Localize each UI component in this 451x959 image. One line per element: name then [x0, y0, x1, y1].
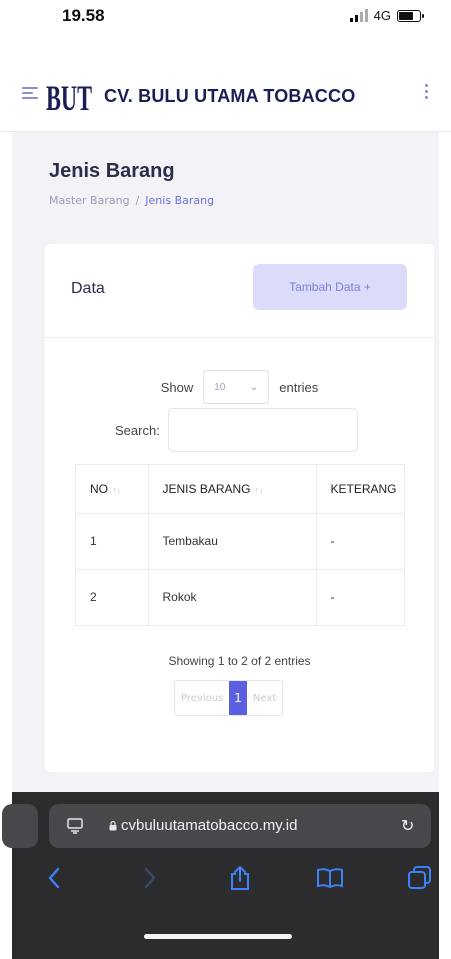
home-indicator[interactable] [144, 934, 292, 939]
breadcrumb: Master Barang / Jenis Barang [49, 194, 214, 207]
sort-icon: ↑↓ [112, 484, 121, 495]
pagination: Previous 1 Next [174, 680, 284, 716]
column-header-keterangan[interactable]: KETERANG [316, 465, 404, 514]
table-header-row: NO ↑↓ JENIS BARANG ↑↓ KETERANG [76, 465, 404, 514]
card-header: Data Tambah Data + [45, 244, 434, 338]
home-indicator-area [12, 912, 439, 959]
entries-select[interactable]: 10 ⌄ [203, 370, 270, 404]
status-indicators: 4G [349, 8, 424, 23]
previous-button[interactable]: Previous [175, 681, 229, 715]
chevron-down-icon: ⌄ [249, 381, 259, 393]
entries-value: 10 [214, 381, 226, 393]
data-card: Data Tambah Data + Show 10 ⌄ entries Sea… [45, 244, 434, 772]
card-title: Data [71, 280, 105, 297]
cell-jenis: Tembakau [148, 513, 317, 570]
entries-control: Show 10 ⌄ entries [45, 370, 434, 404]
table-row: 2 Rokok - [76, 569, 404, 625]
cell-keterangan: - [316, 569, 404, 625]
breadcrumb-jenis-barang: Jenis Barang [145, 194, 215, 207]
browser-toolbar [12, 858, 439, 898]
svg-text:BUT: BUT [46, 78, 92, 116]
brand-logo[interactable]: BUT [44, 72, 94, 116]
hamburger-icon[interactable] [22, 87, 38, 99]
table-scroll-container[interactable]: NO ↑↓ JENIS BARANG ↑↓ KETERANG 1 Tembakau … [75, 464, 405, 626]
signal-icon [349, 9, 368, 22]
address-bar[interactable]: cvbuluutamatobacco.my.id ↻ [49, 804, 431, 848]
share-icon[interactable] [226, 864, 254, 892]
browser-bar: cvbuluutamatobacco.my.id ↻ [2, 792, 439, 912]
page-title: Jenis Barang [49, 160, 175, 182]
breadcrumb-separator: / [135, 194, 140, 207]
status-bar: 19.58 4G [0, 0, 451, 42]
data-table: NO ↑↓ JENIS BARANG ↑↓ KETERANG 1 Tembakau … [76, 465, 404, 625]
breadcrumb-master-barang[interactable]: Master Barang [49, 194, 130, 207]
cell-keterangan: - [316, 513, 404, 570]
column-header-jenis-barang[interactable]: JENIS BARANG ↑↓ [148, 465, 317, 514]
back-icon[interactable] [40, 864, 68, 892]
battery-icon [397, 9, 424, 22]
forward-icon[interactable] [136, 864, 164, 892]
entries-label: entries [279, 379, 319, 395]
next-button[interactable]: Next [247, 681, 282, 715]
screen: 19.58 4G BUT CV. BULU UTAMA TOBACCO Jeni… [0, 0, 451, 959]
previous-tab-preview[interactable] [2, 804, 38, 848]
reload-icon[interactable]: ↻ [401, 816, 419, 835]
cell-jenis: Rokok [148, 569, 317, 625]
bookmarks-icon[interactable] [316, 864, 344, 892]
show-label: Show [160, 379, 194, 395]
main-content: Jenis Barang Master Barang / Jenis Baran… [12, 132, 439, 792]
cell-no: 2 [76, 569, 149, 625]
tabs-icon[interactable] [406, 864, 434, 892]
page-1-button[interactable]: 1 [229, 681, 247, 715]
lock-icon [109, 820, 117, 831]
add-data-button[interactable]: Tambah Data + [253, 264, 407, 310]
brand-name: CV. BULU UTAMA TOBACCO [104, 86, 356, 106]
kebab-icon[interactable] [425, 84, 429, 99]
app-header: BUT CV. BULU UTAMA TOBACCO [0, 42, 451, 132]
table-info: Showing 1 to 2 of 2 entries [168, 654, 311, 668]
network-label: 4G [373, 8, 391, 23]
status-time: 19.58 [62, 6, 105, 25]
search-label: Search: [115, 422, 160, 438]
url-text: cvbuluutamatobacco.my.id [121, 817, 298, 834]
search-control: Search: [115, 408, 358, 452]
reader-icon[interactable] [67, 818, 83, 834]
search-input[interactable] [167, 408, 358, 452]
cell-no: 1 [76, 513, 149, 570]
table-row: 1 Tembakau - [76, 513, 404, 570]
column-header-no[interactable]: NO ↑↓ [76, 465, 149, 514]
sort-icon: ↑↓ [254, 484, 264, 495]
